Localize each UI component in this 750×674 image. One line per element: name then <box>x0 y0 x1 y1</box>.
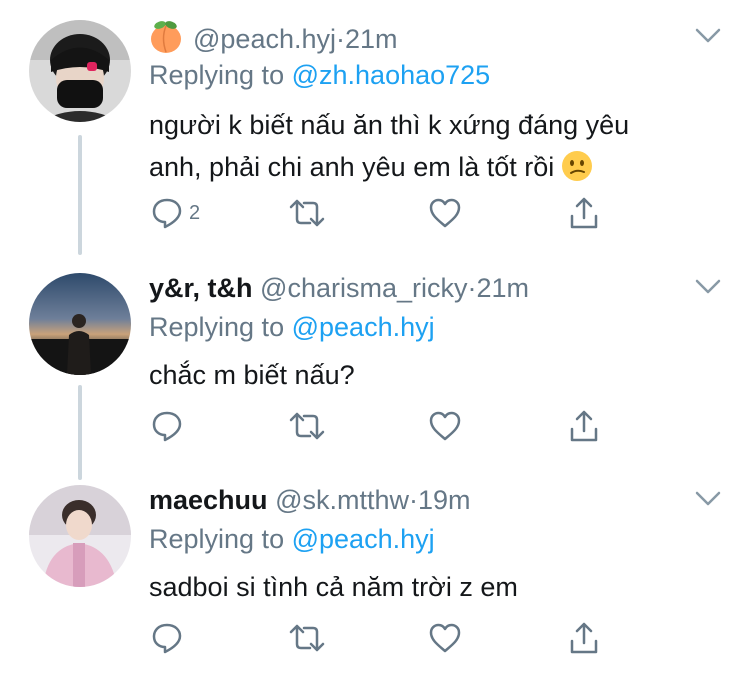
timestamp[interactable]: 21m <box>345 24 398 54</box>
retweet-button[interactable] <box>288 193 326 233</box>
reply-button[interactable] <box>151 406 189 446</box>
reply-icon <box>152 411 182 442</box>
replying-to-mention[interactable]: @zh.haohao725 <box>292 60 491 90</box>
retweet-icon <box>289 624 325 652</box>
tweet-text: sadboi si tình cả năm trời z em <box>149 572 518 602</box>
replying-to: Replying to @zh.haohao725 <box>149 58 490 92</box>
reply-button[interactable] <box>151 618 189 658</box>
action-bar <box>149 406 619 446</box>
reply-icon <box>152 198 182 229</box>
share-button[interactable] <box>568 193 600 233</box>
avatar-masked-person-image <box>29 20 131 122</box>
share-icon <box>570 622 598 654</box>
timestamp[interactable]: 21m <box>477 273 530 303</box>
heart-icon <box>429 623 461 653</box>
separator-dot: · <box>408 485 418 515</box>
avatar-sunset-silhouette-image <box>29 273 131 375</box>
chevron-down-icon[interactable] <box>695 278 721 301</box>
retweet-icon <box>289 199 325 227</box>
action-bar: 2 <box>149 193 619 233</box>
like-button[interactable] <box>428 618 462 658</box>
avatar[interactable] <box>29 20 131 122</box>
retweet-button[interactable] <box>288 406 326 446</box>
replying-to-label: Replying to <box>149 60 285 90</box>
display-name[interactable]: maechuu <box>149 485 268 515</box>
tweet-header: y&r, t&h @charisma_ricky·21m <box>149 271 529 305</box>
chevron-down-icon[interactable] <box>695 490 721 513</box>
replying-to-mention[interactable]: @peach.hyj <box>292 312 435 342</box>
peach-emoji-icon <box>149 20 183 62</box>
action-bar <box>149 618 619 658</box>
tweet-header: maechuu @sk.mtthw·19m <box>149 483 471 517</box>
user-handle[interactable]: @charisma_ricky <box>260 273 467 303</box>
timestamp[interactable]: 19m <box>418 485 471 515</box>
replying-to-label: Replying to <box>149 524 285 554</box>
separator-dot: · <box>336 24 345 54</box>
share-button[interactable] <box>568 618 600 658</box>
avatar-person-pink-jacket-image <box>29 485 131 587</box>
share-icon <box>570 197 598 229</box>
user-handle[interactable]: @peach.hyj <box>193 24 336 54</box>
share-icon <box>570 410 598 442</box>
replying-to-label: Replying to <box>149 312 285 342</box>
retweet-icon <box>289 412 325 440</box>
thread-line <box>78 135 82 255</box>
heart-icon <box>429 411 461 441</box>
tweet-header: @peach.hyj·21m <box>149 20 398 62</box>
like-button[interactable] <box>428 406 462 446</box>
chevron-down-icon[interactable] <box>695 27 721 50</box>
tweet-text: chắc m biết nấu? <box>149 360 355 390</box>
user-handle[interactable]: @sk.mtthw <box>275 485 409 515</box>
thread-line <box>78 385 82 480</box>
avatar[interactable] <box>29 485 131 587</box>
reply-count: 2 <box>189 201 201 224</box>
avatar[interactable] <box>29 273 131 375</box>
tweet-text-line: anh, phải chi anh yêu em là tốt rồi <box>149 146 709 195</box>
heart-icon <box>429 198 461 228</box>
confused-face-emoji-icon <box>560 149 594 195</box>
replying-to: Replying to @peach.hyj <box>149 310 435 344</box>
retweet-button[interactable] <box>288 618 326 658</box>
reply-icon <box>152 623 182 654</box>
tweet-text-line: người k biết nấu ăn thì k xứng đáng yêu <box>149 110 630 140</box>
share-button[interactable] <box>568 406 600 446</box>
replying-to-mention[interactable]: @peach.hyj <box>292 524 435 554</box>
replying-to: Replying to @peach.hyj <box>149 522 435 556</box>
reply-button[interactable]: 2 <box>151 193 200 233</box>
separator-dot: · <box>467 273 477 303</box>
tweet-text: người k biết nấu ăn thì k xứng đáng yêu … <box>149 104 709 195</box>
display-name[interactable]: y&r, t&h <box>149 273 253 303</box>
like-button[interactable] <box>428 193 462 233</box>
